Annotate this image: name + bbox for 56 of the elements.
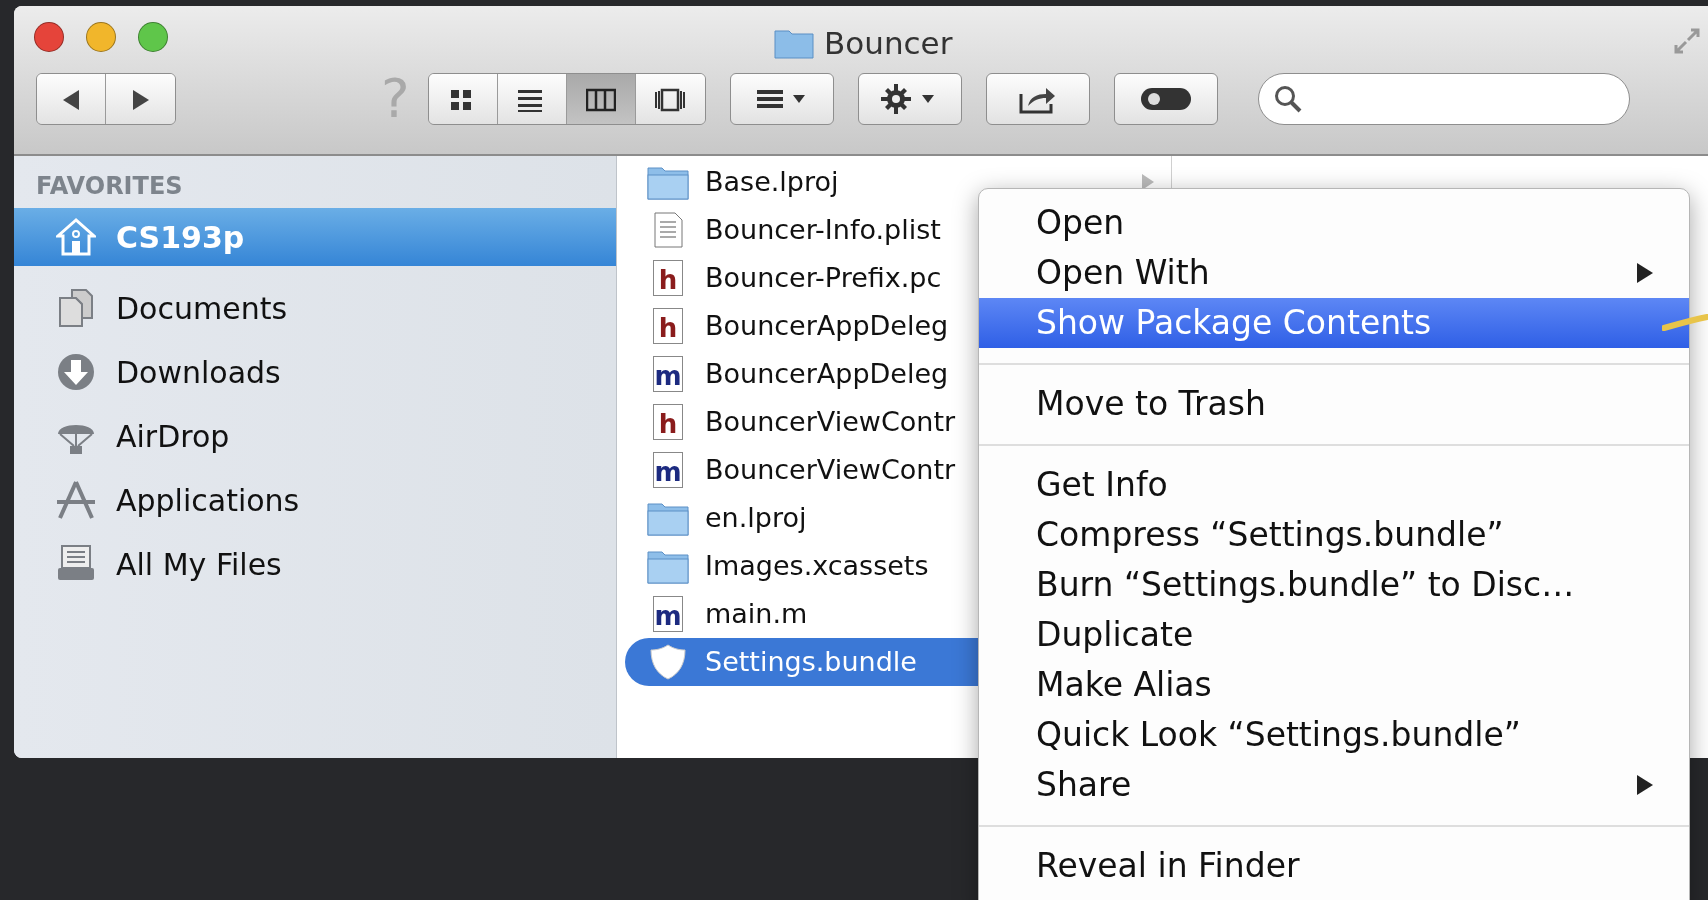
action-button[interactable] xyxy=(857,73,962,125)
minimize-button[interactable] xyxy=(86,22,116,52)
view-mode-control[interactable] xyxy=(427,73,706,125)
back-icon xyxy=(61,89,81,111)
sidebar-item[interactable]: Downloads xyxy=(14,340,616,404)
source-file-icon: h xyxy=(653,308,683,344)
menu-item[interactable]: Quick Look “Settings.bundle” xyxy=(979,710,1689,760)
menu-item[interactable]: Compress “Settings.bundle” xyxy=(979,510,1689,560)
forward-icon xyxy=(130,89,151,111)
zoom-button[interactable] xyxy=(138,22,168,52)
forward-button[interactable] xyxy=(106,74,175,124)
folder-icon xyxy=(647,548,689,584)
window-title: Bouncer xyxy=(824,24,953,63)
menu-item[interactable]: Burn “Settings.bundle” to Disc… xyxy=(979,560,1689,610)
applications-icon xyxy=(56,480,96,520)
annotation-mark xyxy=(1662,314,1708,332)
search-field[interactable] xyxy=(1257,73,1630,125)
home-icon xyxy=(56,217,96,257)
source-file-icon: h xyxy=(653,404,683,440)
share-button[interactable] xyxy=(985,73,1090,125)
navigation-control[interactable] xyxy=(36,73,176,125)
pill-icon xyxy=(1139,87,1192,111)
help-glyph: ? xyxy=(381,72,410,126)
menu-item[interactable]: Share xyxy=(979,760,1689,810)
tag-button[interactable] xyxy=(1113,73,1218,125)
menu-item[interactable]: Open xyxy=(979,198,1689,248)
view-mode-button[interactable] xyxy=(497,74,567,124)
shield-icon xyxy=(647,644,689,680)
close-button[interactable] xyxy=(34,22,64,52)
columns-view-icon xyxy=(585,87,616,113)
source-file-icon: h xyxy=(653,260,683,296)
downloads-icon xyxy=(56,352,96,392)
menu-item[interactable]: Reveal in Finder xyxy=(979,841,1689,891)
view-mode-button[interactable] xyxy=(635,74,705,124)
search-icon xyxy=(1272,84,1303,114)
coverflow-view-icon xyxy=(655,87,686,113)
source-file-icon: m xyxy=(653,596,683,632)
source-file-icon: m xyxy=(653,356,683,392)
sidebar-item[interactable]: All My Files xyxy=(14,532,616,596)
sidebar-heading: FAVORITES xyxy=(35,171,184,202)
sidebar-item[interactable]: Applications xyxy=(14,468,616,532)
menu-item[interactable]: Show Package Contents xyxy=(979,298,1689,348)
folder-icon xyxy=(647,164,689,200)
source-file-icon: m xyxy=(653,452,683,488)
folder-icon xyxy=(774,27,814,60)
arrange-button[interactable] xyxy=(729,73,834,125)
view-mode-button[interactable] xyxy=(428,74,498,124)
menu-item[interactable]: Open With xyxy=(979,248,1689,298)
folder-icon xyxy=(647,500,689,536)
documents-icon xyxy=(56,288,96,328)
back-button[interactable] xyxy=(37,74,106,124)
sidebar-item[interactable]: Documents xyxy=(14,276,616,340)
view-mode-button[interactable] xyxy=(566,74,636,124)
sidebar-item[interactable]: AirDrop xyxy=(14,404,616,468)
menu-item[interactable]: Get Info xyxy=(979,460,1689,510)
menu-item[interactable]: Move to Trash xyxy=(979,379,1689,429)
